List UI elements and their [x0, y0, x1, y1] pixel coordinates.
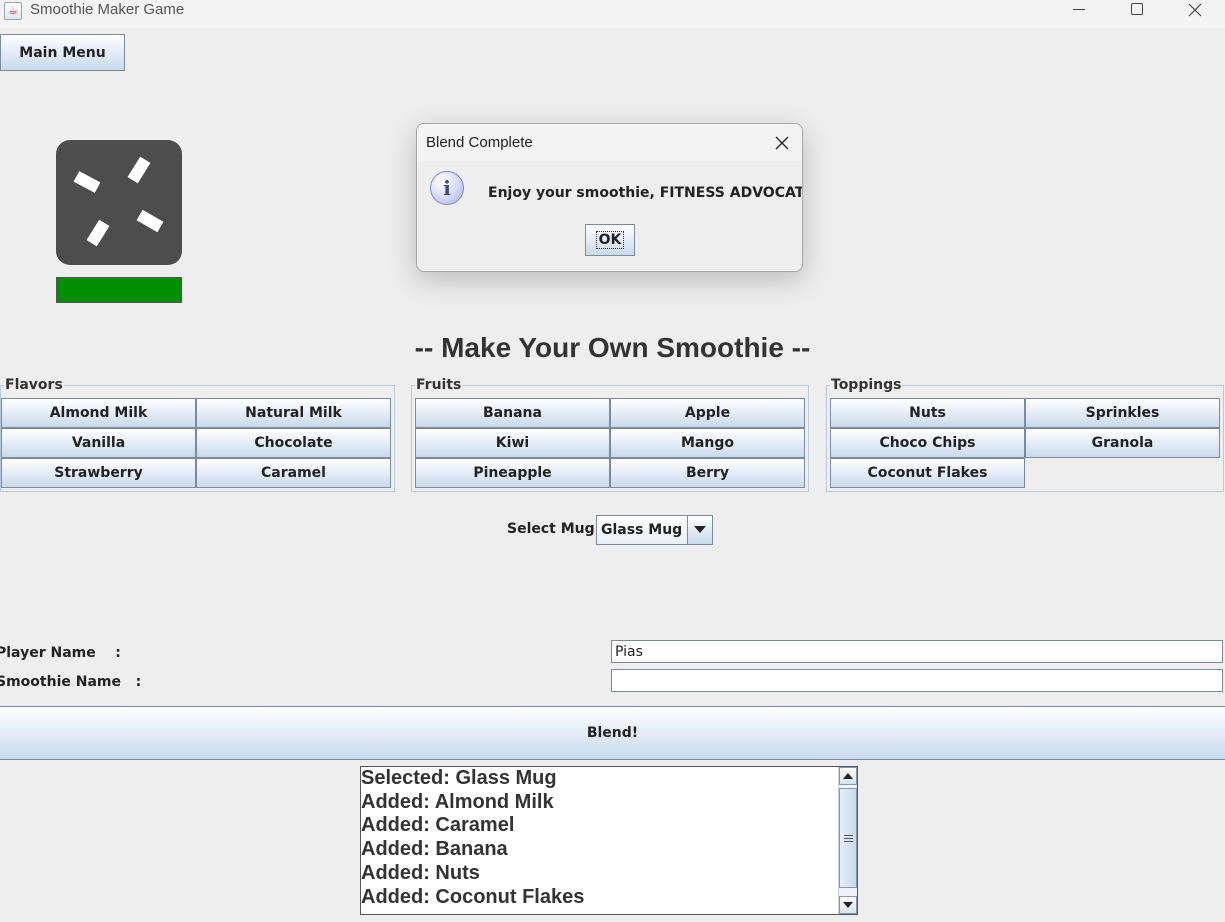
topping-granola-button[interactable]: Granola: [1025, 428, 1220, 458]
log-line: Added: Banana: [361, 838, 508, 861]
dialog-title: Blend Complete: [426, 134, 533, 151]
flavor-natural-milk-button[interactable]: Natural Milk: [196, 398, 391, 428]
blender-blade: [73, 171, 101, 193]
player-name-label: Player Name :: [0, 645, 121, 661]
ok-button[interactable]: OK: [585, 224, 635, 256]
close-icon: [1188, 3, 1202, 17]
blend-progress-bar: [56, 277, 182, 303]
flavor-vanilla-button[interactable]: Vanilla: [1, 428, 196, 458]
mug-select[interactable]: Glass Mug: [596, 515, 713, 545]
ok-button-label: OK: [595, 231, 625, 249]
player-name-field[interactable]: [611, 640, 1223, 663]
scroll-thumb[interactable]: [839, 788, 857, 888]
dialog-message: Enjoy your smoothie, FITNESS ADVOCATE!: [488, 185, 803, 201]
topping-choco-chips-button[interactable]: Choco Chips: [830, 428, 1025, 458]
log-scrollbar[interactable]: [838, 767, 857, 914]
minimize-button[interactable]: [1056, 0, 1102, 24]
window-title: Smoothie Maker Game: [30, 1, 185, 18]
blend-progress-fill: [57, 278, 181, 302]
blend-complete-dialog: Blend Complete i Enjoy your smoothie, FI…: [416, 123, 803, 272]
scroll-down-button[interactable]: [839, 896, 857, 914]
flavor-chocolate-button[interactable]: Chocolate: [196, 428, 391, 458]
log-line: Selected: Glass Mug: [361, 767, 557, 789]
log-line: Added: Almond Milk: [361, 790, 554, 813]
page-heading: -- Make Your Own Smoothie --: [414, 332, 811, 363]
blender-blade: [127, 156, 151, 184]
topping-sprinkles-button[interactable]: Sprinkles: [1025, 398, 1220, 428]
blender-blade: [136, 209, 164, 233]
topping-coconut-flakes-button[interactable]: Coconut Flakes: [830, 458, 1025, 488]
fruits-group-title: Fruits: [415, 377, 463, 393]
toppings-group: Toppings Nuts Sprinkles Choco Chips Gran…: [826, 377, 1224, 492]
activity-log[interactable]: Selected: Glass Mug Added: Almond Milk A…: [360, 766, 858, 915]
close-button[interactable]: [1172, 0, 1218, 24]
log-line: Added: Coconut Flakes: [361, 885, 585, 908]
log-line: Added: Nuts: [361, 861, 480, 884]
scroll-up-button[interactable]: [839, 767, 857, 785]
fruit-apple-button[interactable]: Apple: [610, 398, 805, 428]
topping-nuts-button[interactable]: Nuts: [830, 398, 1025, 428]
toppings-group-title: Toppings: [830, 377, 903, 393]
dialog-close-button[interactable]: [772, 133, 792, 153]
dialog-title-bar: Blend Complete: [417, 124, 802, 161]
grip-icon: [844, 835, 853, 842]
maximize-button[interactable]: [1114, 0, 1160, 24]
blender-blade: [86, 219, 110, 247]
flavor-caramel-button[interactable]: Caramel: [196, 458, 391, 488]
chevron-down-icon: [694, 526, 706, 533]
flavors-group: Flavors Almond Milk Natural Milk Vanilla…: [0, 377, 395, 492]
fruit-pineapple-button[interactable]: Pineapple: [415, 458, 610, 488]
blend-button[interactable]: Blend!: [0, 706, 1225, 760]
blender-image: [56, 140, 182, 265]
smoothie-name-label: Smoothie Name :: [0, 674, 142, 690]
arrow-down-icon: [843, 902, 853, 908]
fruit-banana-button[interactable]: Banana: [415, 398, 610, 428]
info-icon: i: [430, 171, 464, 205]
java-app-icon: ☕: [4, 2, 22, 20]
fruits-group: Fruits Banana Apple Kiwi Mango Pineapple…: [411, 377, 809, 492]
smoothie-name-field[interactable]: [611, 669, 1223, 692]
minimize-icon: [1073, 9, 1085, 10]
fruit-berry-button[interactable]: Berry: [610, 458, 805, 488]
flavor-almond-milk-button[interactable]: Almond Milk: [1, 398, 196, 428]
flavor-strawberry-button[interactable]: Strawberry: [1, 458, 196, 488]
maximize-icon: [1131, 3, 1143, 15]
mug-dropdown-button[interactable]: [687, 516, 712, 544]
activity-log-lines: Selected: Glass Mug Added: Almond Milk A…: [361, 767, 839, 909]
fruit-kiwi-button[interactable]: Kiwi: [415, 428, 610, 458]
mug-select-label: Select Mug:: [507, 521, 601, 537]
log-line: Added: Caramel: [361, 814, 515, 837]
mug-select-value: Glass Mug: [601, 522, 683, 538]
main-menu-button[interactable]: Main Menu: [0, 34, 125, 71]
window-title-bar: ☕ Smoothie Maker Game: [0, 0, 1225, 28]
arrow-up-icon: [843, 773, 853, 779]
flavors-group-title: Flavors: [4, 377, 64, 393]
close-icon: [775, 136, 789, 150]
fruit-mango-button[interactable]: Mango: [610, 428, 805, 458]
